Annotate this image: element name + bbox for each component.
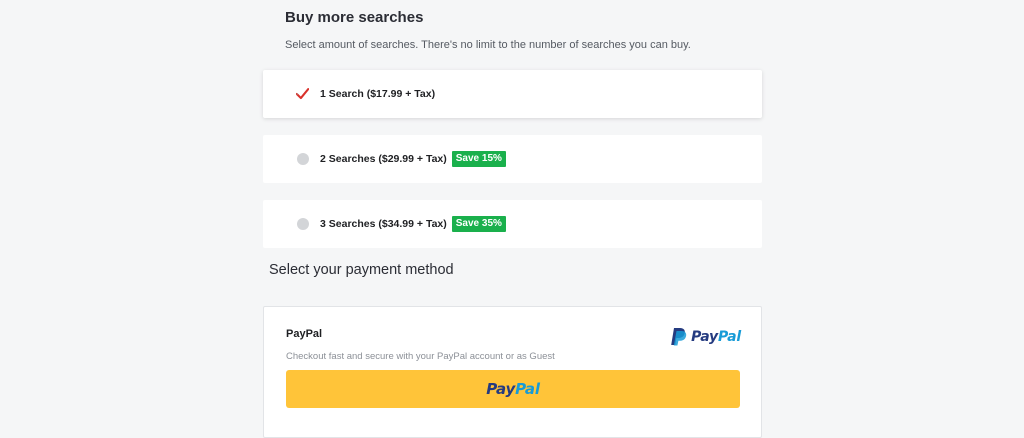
paypal-logo-icon: PayPal bbox=[670, 327, 741, 346]
payment-method-name: PayPal bbox=[286, 328, 323, 340]
paypal-checkout-button[interactable]: PayPal bbox=[286, 370, 740, 408]
page-subtitle: Select amount of searches. There's no li… bbox=[285, 39, 691, 51]
option-text: 3 Searches ($34.99 + Tax) bbox=[320, 218, 447, 230]
payment-description: Checkout fast and secure with your PayPa… bbox=[286, 351, 555, 362]
option-label: 1 Search ($17.99 + Tax) bbox=[320, 88, 435, 100]
option-text: 1 Search ($17.99 + Tax) bbox=[320, 88, 436, 100]
option-text: 2 Searches ($29.99 + Tax) bbox=[320, 153, 447, 165]
option-2-searches[interactable]: 2 Searches ($29.99 + Tax) Save 15% bbox=[263, 135, 762, 183]
save-badge: Save 15% bbox=[451, 151, 506, 167]
option-label: 3 Searches ($34.99 + Tax) Save 35% bbox=[320, 216, 506, 232]
radio-icon bbox=[296, 218, 309, 231]
paypal-payment-card[interactable]: PayPal PayPal Checkout fast and secure w… bbox=[263, 306, 762, 438]
payment-section-title: Select your payment method bbox=[269, 262, 454, 278]
checkmark-icon bbox=[296, 88, 309, 101]
option-1-search[interactable]: 1 Search ($17.99 + Tax) bbox=[263, 70, 762, 118]
save-badge: Save 35% bbox=[451, 216, 506, 232]
radio-icon bbox=[296, 153, 309, 166]
paypal-logo-text: PayPal bbox=[691, 328, 741, 345]
paypal-button-logo: PayPal bbox=[486, 380, 540, 398]
option-label: 2 Searches ($29.99 + Tax) Save 15% bbox=[320, 151, 506, 167]
paypal-p-icon bbox=[671, 328, 687, 346]
option-3-searches[interactable]: 3 Searches ($34.99 + Tax) Save 35% bbox=[263, 200, 762, 248]
page-title: Buy more searches bbox=[285, 9, 424, 26]
